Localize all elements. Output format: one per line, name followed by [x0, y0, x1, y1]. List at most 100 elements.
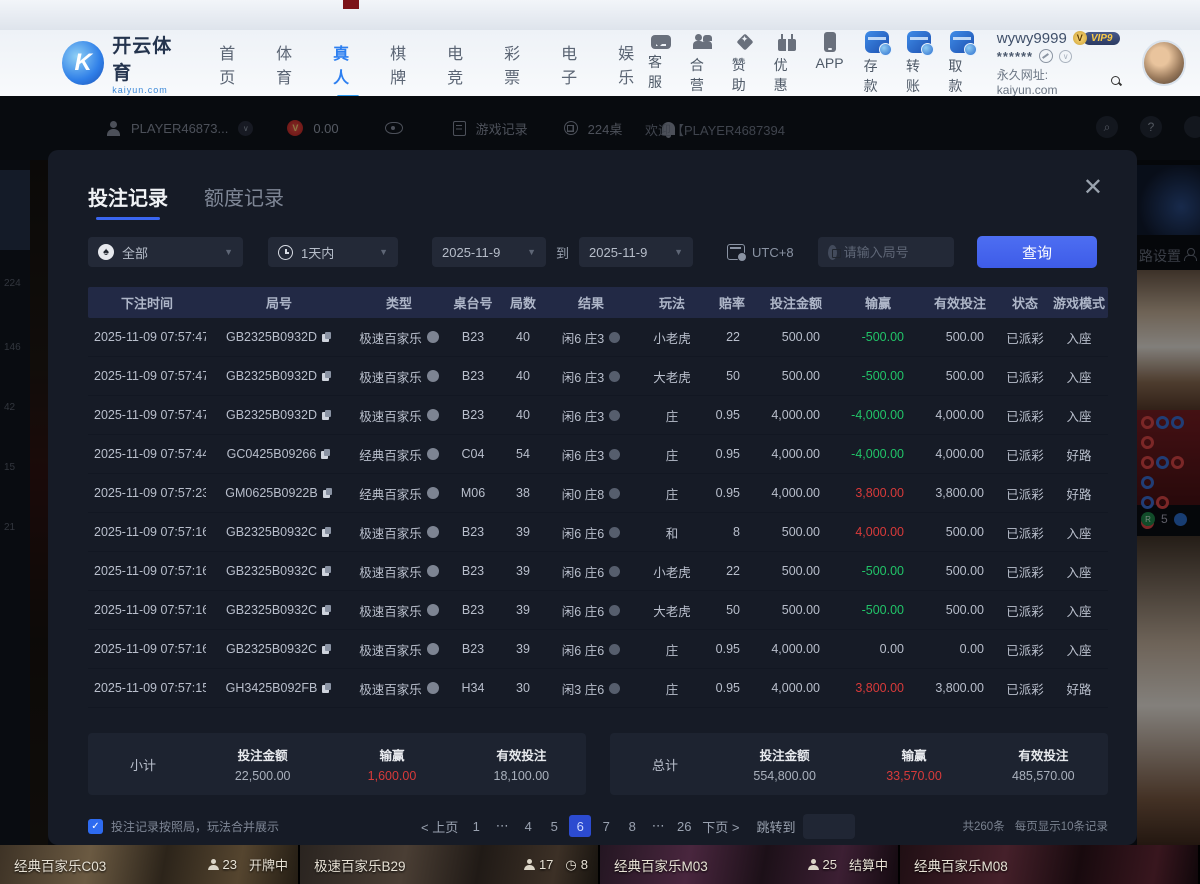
close-icon[interactable]: ✕	[1083, 176, 1103, 200]
wallet-link-转账[interactable]: 转账	[906, 31, 932, 96]
quick-link-客服[interactable]: 客服	[648, 32, 674, 95]
result-detail-icon[interactable]	[609, 566, 620, 577]
cell-status: 已派彩	[1000, 562, 1050, 581]
prev-page-button[interactable]: < 上页	[418, 815, 461, 837]
deposit-card-icon	[865, 31, 889, 53]
game-type-select[interactable]: ♠ 全部 ▼	[88, 237, 243, 267]
col-header-局数: 局数	[500, 293, 546, 312]
cell-bet-amount: 500.00	[756, 603, 836, 617]
date-to-picker[interactable]: 2025-11-9 ▼	[579, 237, 693, 267]
wallet-link-取款[interactable]: 取款	[948, 31, 974, 96]
refresh-circle-icon[interactable]: ∨	[1059, 50, 1072, 63]
cell-status: 已派彩	[1000, 484, 1050, 503]
tab-额度记录[interactable]: 额度记录	[204, 182, 284, 220]
game-type-icon	[427, 526, 439, 538]
result-detail-icon[interactable]	[609, 332, 620, 343]
nav-item-棋牌[interactable]: 棋牌	[390, 30, 420, 96]
cell-valid-bet: 3,800.00	[920, 486, 1000, 500]
result-detail-icon[interactable]	[609, 683, 620, 694]
result-detail-icon[interactable]	[609, 488, 620, 499]
copy-icon[interactable]	[322, 683, 332, 694]
result-detail-icon[interactable]	[609, 527, 620, 538]
copy-icon[interactable]	[322, 527, 332, 538]
nav-item-娱乐[interactable]: 娱乐	[618, 30, 648, 96]
quick-link-优惠[interactable]: 优惠	[774, 32, 800, 95]
cell-game-id: GB2325B0932D	[206, 408, 352, 422]
page-6[interactable]: 6	[569, 815, 591, 837]
date-range-select[interactable]: 1天内 ▼	[268, 237, 398, 267]
result-detail-icon[interactable]	[609, 605, 620, 616]
table-row: 2025-11-09 07:57:16GB2325B0932C极速百家乐B233…	[88, 630, 1108, 669]
type-text: 极速百家乐	[359, 367, 422, 386]
cell-game-id: GB2325B0932D	[206, 330, 352, 344]
person-icon	[208, 859, 219, 870]
copy-icon[interactable]	[322, 371, 332, 382]
merge-checkbox[interactable]: ✓	[88, 819, 103, 834]
copy-icon[interactable]	[322, 644, 332, 655]
live-table-tile[interactable]: 经典百家乐M0325结算中	[600, 845, 900, 884]
copy-icon[interactable]	[322, 605, 332, 616]
modal-tabs: 投注记录额度记录	[88, 182, 284, 220]
jump-input[interactable]	[803, 814, 855, 839]
type-text: 极速百家乐	[359, 640, 422, 659]
copy-icon[interactable]	[322, 410, 332, 421]
round-search-input[interactable]	[844, 245, 944, 260]
avatar[interactable]	[1142, 40, 1186, 86]
query-button[interactable]: 查询	[977, 236, 1097, 268]
page-8[interactable]: 8	[621, 815, 643, 837]
page-5[interactable]: 5	[543, 815, 565, 837]
page-7[interactable]: 7	[595, 815, 617, 837]
next-page-button[interactable]: 下页 >	[699, 815, 742, 837]
game-type-icon	[427, 409, 439, 421]
nav-item-电子[interactable]: 电子	[561, 30, 591, 96]
cell-play: 小老虎	[636, 562, 708, 581]
total-panel: 总计 投注金额554,800.00 输赢33,570.00 有效投注485,57…	[610, 733, 1108, 795]
vip-v-icon: V	[1073, 31, 1087, 45]
jump-label: 跳转到	[756, 817, 795, 836]
live-table-tile[interactable]: 经典百家乐C0323开牌中	[0, 845, 300, 884]
result-detail-icon[interactable]	[609, 449, 620, 460]
cell-type: 极速百家乐	[352, 679, 446, 698]
tab-投注记录[interactable]: 投注记录	[88, 182, 168, 220]
result-detail-icon[interactable]	[609, 644, 620, 655]
nav-item-彩票[interactable]: 彩票	[504, 30, 534, 96]
per-page-note: 每页显示10条记录	[1015, 818, 1108, 834]
copy-icon[interactable]	[322, 566, 332, 577]
page-4[interactable]: 4	[517, 815, 539, 837]
game-type-icon	[427, 565, 439, 577]
copy-icon[interactable]	[322, 332, 332, 343]
magnifier-icon[interactable]	[1110, 75, 1121, 87]
live-table-tile[interactable]: 极速百家乐B2917◷8	[300, 845, 600, 884]
cell-win-loss: 4,000.00	[836, 525, 920, 539]
nav-item-真人[interactable]: 真人	[333, 30, 363, 96]
cell-mode: 入座	[1050, 601, 1108, 620]
nav-item-电竞[interactable]: 电竞	[447, 30, 477, 96]
cell-valid-bet: 500.00	[920, 603, 1000, 617]
live-table-tile[interactable]: 经典百家乐M08	[900, 845, 1200, 884]
quick-link-APP[interactable]: APP	[816, 32, 844, 95]
game-id-text: GC0425B09266	[227, 447, 317, 461]
table-row: 2025-11-09 07:57:23GM0625B0922B经典百家乐M063…	[88, 474, 1108, 513]
viewer-count-value: 17	[539, 857, 553, 872]
quick-link-合营[interactable]: 合营	[690, 32, 716, 95]
cell-odds: 50	[708, 603, 756, 617]
date-from-picker[interactable]: 2025-11-9 ▼	[432, 237, 546, 267]
nav-item-首页[interactable]: 首页	[219, 30, 249, 96]
page-26[interactable]: 26	[673, 815, 695, 837]
type-text: 极速百家乐	[359, 406, 422, 425]
result-detail-icon[interactable]	[609, 371, 620, 382]
page-1[interactable]: 1	[465, 815, 487, 837]
cell-game-id: GB2325B0932C	[206, 603, 352, 617]
nav-item-体育[interactable]: 体育	[276, 30, 306, 96]
site-logo[interactable]: K 开云体育 kaiyun.com	[62, 31, 189, 95]
cell-mode: 入座	[1050, 523, 1108, 542]
quick-link-赞助[interactable]: 赞助	[732, 32, 758, 95]
copy-icon[interactable]	[321, 449, 331, 460]
cell-odds: 0.95	[708, 447, 756, 461]
col-header-下注时间: 下注时间	[88, 293, 206, 312]
wallet-link-存款[interactable]: 存款	[864, 31, 890, 96]
copy-icon[interactable]	[323, 488, 333, 499]
cell-type: 极速百家乐	[352, 562, 446, 581]
eye-off-icon[interactable]	[1039, 49, 1053, 63]
result-detail-icon[interactable]	[609, 410, 620, 421]
